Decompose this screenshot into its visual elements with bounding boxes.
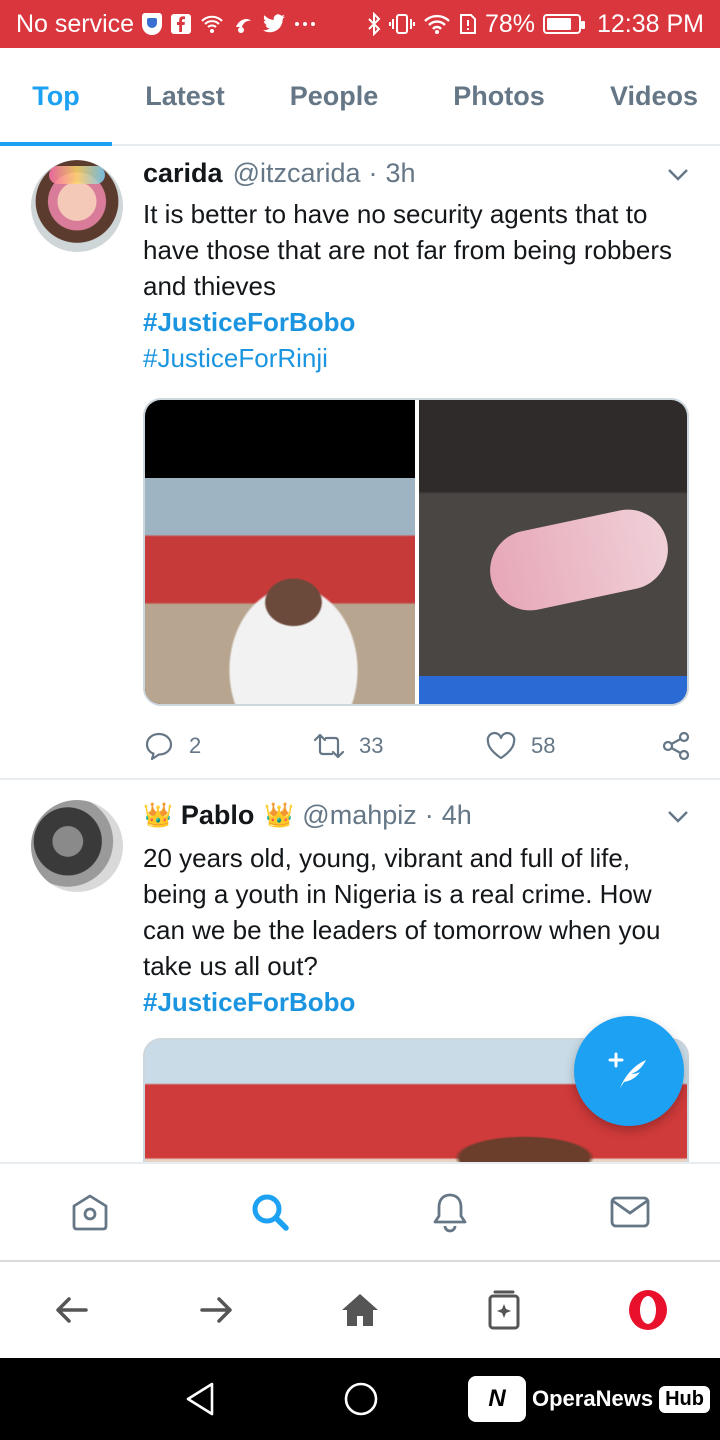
compose-tweet-button[interactable] bbox=[574, 1016, 684, 1126]
nav-search-button[interactable] bbox=[180, 1164, 360, 1260]
tweet-text: 20 years old, young, vibrant and full of… bbox=[143, 840, 692, 1020]
bluetooth-icon bbox=[367, 11, 381, 37]
wifi-icon bbox=[423, 11, 451, 37]
browser-home-button[interactable] bbox=[288, 1262, 432, 1358]
retweet-icon bbox=[313, 733, 345, 759]
share-button[interactable] bbox=[660, 730, 692, 762]
twitter-icon bbox=[262, 11, 286, 37]
tweet-text: It is better to have no security agents … bbox=[143, 196, 692, 376]
system-home-icon[interactable] bbox=[342, 1380, 380, 1418]
carrier-label: No service bbox=[16, 9, 135, 38]
mail-icon bbox=[610, 1196, 650, 1228]
tweet-media[interactable] bbox=[143, 398, 689, 706]
reply-icon bbox=[145, 732, 173, 761]
opera-menu-button[interactable] bbox=[576, 1262, 720, 1358]
search-tabs: Top Latest People Photos Videos bbox=[0, 48, 720, 146]
nav-messages-button[interactable] bbox=[540, 1164, 720, 1260]
more-notifications-icon bbox=[294, 11, 316, 37]
app-icon bbox=[232, 11, 254, 37]
twitter-bottom-nav bbox=[0, 1162, 720, 1260]
tweet-header: carida @itzcarida · 3h bbox=[143, 158, 690, 189]
tab-latest[interactable]: Latest bbox=[112, 48, 258, 144]
share-icon bbox=[662, 731, 690, 761]
arrow-right-icon bbox=[200, 1297, 232, 1323]
timestamp: 3h bbox=[385, 158, 416, 188]
retweet-button[interactable]: 33 bbox=[313, 730, 485, 762]
vibrate-icon bbox=[388, 11, 415, 37]
retweet-count: 33 bbox=[359, 733, 384, 758]
tabs-icon bbox=[488, 1290, 520, 1330]
crown-emoji: 👑 bbox=[143, 802, 173, 829]
tweet-body: 20 years old, young, vibrant and full of… bbox=[143, 843, 661, 981]
browser-forward-button[interactable] bbox=[144, 1262, 288, 1358]
opera-logo-icon bbox=[629, 1290, 667, 1330]
tweet-header: 👑 Pablo 👑 @mahpiz · 4h bbox=[143, 800, 690, 831]
browser-tabs-button[interactable] bbox=[432, 1262, 576, 1358]
crown-emoji: 👑 bbox=[264, 802, 295, 829]
avatar[interactable] bbox=[31, 160, 123, 252]
tab-photos[interactable]: Photos bbox=[410, 48, 588, 144]
heart-icon bbox=[486, 731, 516, 760]
display-name[interactable]: carida bbox=[143, 158, 223, 189]
tab-people[interactable]: People bbox=[258, 48, 410, 144]
home-icon bbox=[72, 1194, 108, 1231]
timestamp: 4h bbox=[441, 800, 472, 830]
watermark-text: OperaNews bbox=[532, 1386, 654, 1411]
handle[interactable]: @mahpiz bbox=[302, 800, 416, 831]
clock: 12:38 PM bbox=[596, 9, 704, 38]
system-nav-bar: N OperaNews Hub bbox=[0, 1358, 720, 1440]
browser-back-button[interactable] bbox=[0, 1262, 144, 1358]
shield-icon bbox=[142, 13, 163, 35]
system-back-icon[interactable] bbox=[182, 1380, 218, 1418]
separator-dot: · bbox=[424, 800, 434, 830]
status-bar: No service 78% 12:38 PM bbox=[0, 0, 720, 48]
display-name[interactable]: Pablo bbox=[181, 800, 255, 831]
bell-icon bbox=[433, 1193, 467, 1233]
wifi-question-icon bbox=[200, 11, 224, 37]
watermark-logo: N bbox=[468, 1376, 526, 1422]
handle[interactable]: @itzcarida bbox=[233, 158, 361, 189]
facebook-icon bbox=[170, 11, 192, 37]
hashtag-link[interactable]: #JusticeForBobo bbox=[143, 984, 692, 1020]
battery-icon bbox=[542, 14, 585, 34]
separator-dot: · bbox=[368, 158, 378, 188]
battery-percent: 78% bbox=[484, 9, 535, 38]
chevron-down-icon[interactable] bbox=[666, 162, 690, 186]
watermark-badge: Hub bbox=[659, 1385, 710, 1413]
tweet-body: It is better to have no security agents … bbox=[143, 199, 672, 301]
house-icon bbox=[342, 1294, 378, 1326]
nav-home-button[interactable] bbox=[0, 1164, 180, 1260]
arrow-left-icon bbox=[56, 1297, 88, 1323]
reply-button[interactable]: 2 bbox=[143, 730, 313, 762]
tab-videos[interactable]: Videos bbox=[588, 48, 720, 144]
tab-top[interactable]: Top bbox=[0, 48, 112, 146]
watermark: N OperaNews Hub bbox=[468, 1376, 710, 1422]
like-count: 58 bbox=[531, 733, 556, 758]
hashtag-link[interactable]: #JusticeForRinji bbox=[143, 340, 692, 376]
reply-count: 2 bbox=[189, 733, 202, 758]
nav-notifications-button[interactable] bbox=[360, 1164, 540, 1260]
media-photo-portrait[interactable] bbox=[145, 400, 415, 704]
hashtag-link[interactable]: #JusticeForBobo bbox=[143, 304, 692, 340]
search-icon bbox=[252, 1194, 289, 1231]
compose-feather-icon bbox=[608, 1052, 646, 1088]
media-photo-scene[interactable] bbox=[419, 400, 687, 704]
avatar[interactable] bbox=[31, 800, 123, 892]
sim-icon bbox=[459, 11, 477, 37]
tweet-actions: 2 33 58 bbox=[143, 726, 692, 766]
chevron-down-icon[interactable] bbox=[666, 804, 690, 828]
browser-toolbar bbox=[0, 1260, 720, 1358]
like-button[interactable]: 58 bbox=[485, 730, 655, 762]
tweet[interactable]: carida @itzcarida · 3h It is better to h… bbox=[0, 146, 720, 780]
